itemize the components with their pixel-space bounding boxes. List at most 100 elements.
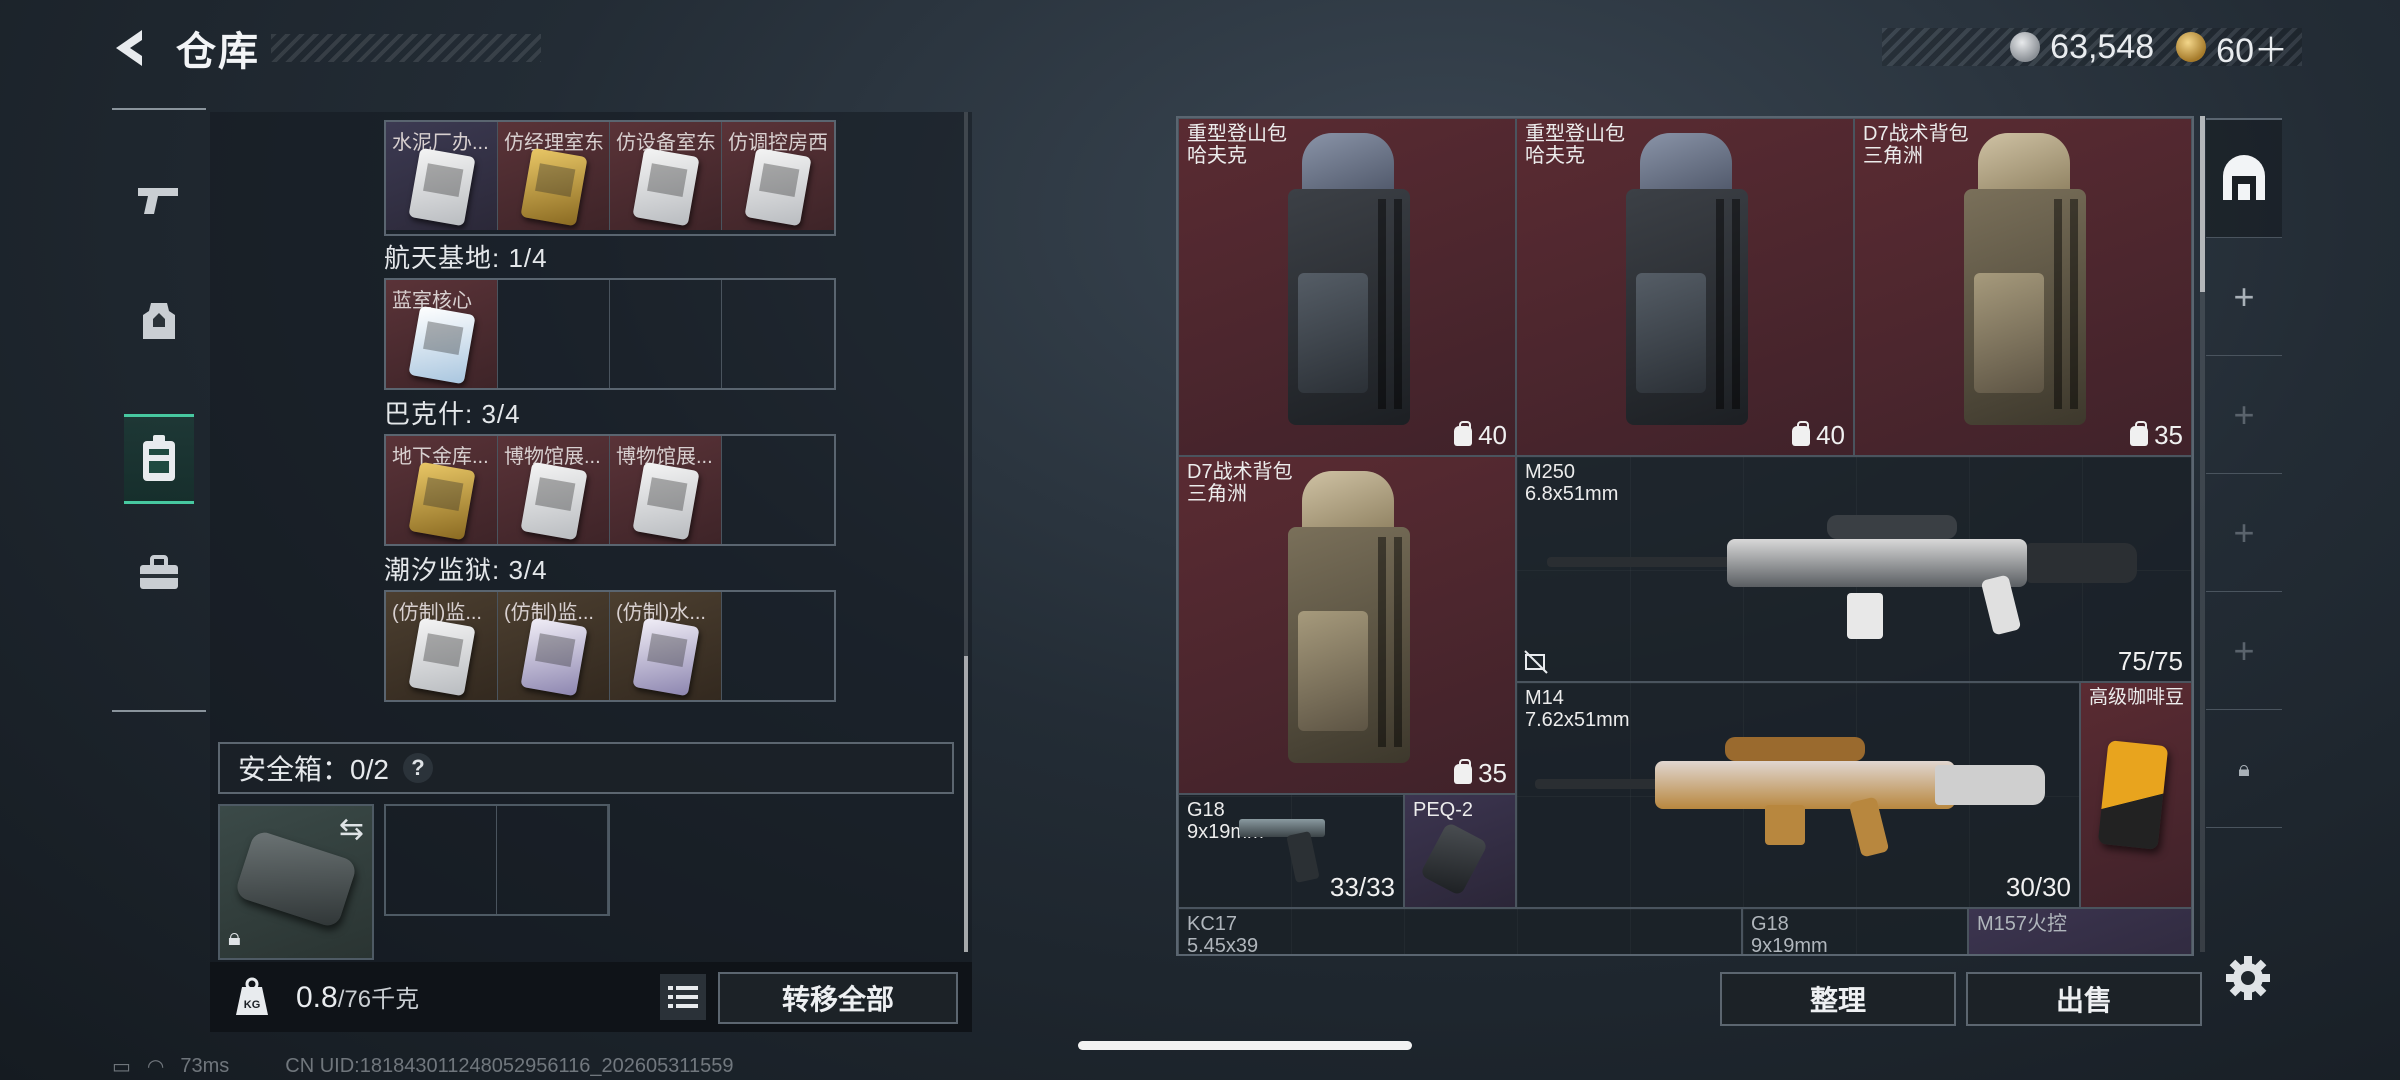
stash-grid: 重型登山包 哈夫克 40 重型登山包 哈夫克 40 D7战术背包 三角洲 35 … [1176,116,2194,956]
safebox-slot[interactable]: ⇆ 🔒︎ [218,804,374,960]
stash-item-d7-backpack[interactable]: D7战术背包 三角洲 35 [1854,118,2192,456]
title-decoration [271,34,541,62]
add-stash-page[interactable]: + [2206,474,2282,592]
item-name: M14 7.62x51mm [1525,687,1630,731]
item-name: 高级咖啡豆 [2089,687,2185,708]
item-label: 博物馆展... [504,446,601,468]
transfer-all-button[interactable]: 转移全部 [718,972,958,1024]
empty-slot[interactable] [722,436,834,544]
stash-item-m14[interactable]: M14 7.62x51mm 30/30 [1516,682,2080,908]
keycard-slot[interactable]: 仿调控房西 [722,122,834,230]
keycard-slot[interactable]: (仿制)监... [386,592,498,700]
item-label: (仿制)水... [616,602,706,624]
item-name: M250 6.8x51mm [1525,461,1619,505]
backpack-image [1958,133,2088,433]
empty-slot[interactable] [722,592,834,700]
item-ammo: 75/75 [2117,646,2183,676]
organize-button[interactable]: 整理 [1720,972,1956,1026]
empty-slot[interactable] [610,280,722,388]
home-indicator[interactable] [1078,1041,1412,1050]
empty-slot[interactable] [498,280,610,388]
scroll-thumb[interactable] [2200,116,2205,292]
keycard-slot[interactable]: (仿制)监... [498,592,610,700]
rail-tab-weapons[interactable] [124,156,194,246]
keycard-slot[interactable]: 博物馆展... [610,436,722,544]
add-stash-page[interactable]: + [2206,356,2282,474]
warehouse-icon [2223,154,2265,200]
pistol-image [1239,819,1339,883]
keycard-slot[interactable]: 蓝室核心 [386,280,498,388]
keycard-slot[interactable]: (仿制)水... [610,592,722,700]
rail-tab-armor[interactable] [124,276,194,366]
backpack-image [1620,133,1750,433]
gold-currency[interactable]: 60＋ [2176,23,2288,72]
stash-item-coffee-beans[interactable]: 高级咖啡豆 [2080,682,2192,908]
keycard-slot[interactable]: 仿经理室东 [498,122,610,230]
stash-item-d7-backpack[interactable]: D7战术背包 三角洲 35 [1178,456,1516,794]
stash-item-g18[interactable]: G18 9x19mm 33/33 [1178,794,1404,908]
item-capacity: 40 [1454,420,1507,451]
stash-item-heavy-backpack[interactable]: 重型登山包 哈夫克 40 [1516,118,1854,456]
stash-item-m250[interactable]: M250 6.8x51mm 75/75 [1516,456,2192,682]
swap-icon[interactable]: ⇆ [339,812,364,847]
category-rail [112,108,206,712]
stash-scrollbar[interactable] [2200,116,2205,952]
toolbox-icon [140,555,178,589]
back-button[interactable] [108,24,156,72]
keycard-slot[interactable]: 地下金库... [386,436,498,544]
empty-slot[interactable] [386,806,497,914]
item-ammo: 33/33 [1329,872,1395,902]
keycard-image [520,147,588,227]
empty-slot[interactable] [722,280,834,388]
rail-tab-cases[interactable] [124,528,194,618]
keycard-slot[interactable]: 仿设备室东 [610,122,722,230]
stash-page-main[interactable] [2206,120,2282,238]
stash-item-peq2[interactable]: PEQ-2 [1404,794,1516,908]
keycard-row-bakesh: 地下金库... 博物馆展... 博物馆展... [384,434,836,546]
back-arrow-icon [116,30,142,66]
settings-button[interactable] [2220,950,2276,1006]
item-name: 重型登山包 哈夫克 [1525,123,1625,167]
keycard-row-space-base: 蓝室核心 [384,278,836,390]
stash-item-heavy-backpack[interactable]: 重型登山包 哈夫克 40 [1178,118,1516,456]
item-label: (仿制)监... [392,602,482,624]
backpack-icon [1792,420,1811,446]
weight-bar: KG 0.8/76千克 转移全部 [210,962,972,1032]
add-stash-page[interactable]: + [2206,592,2282,710]
add-stash-page[interactable]: + [2206,238,2282,356]
svg-text:KG: KG [244,999,261,1011]
keycard-image [408,617,476,697]
keycard-row-tidal-prison: (仿制)监... (仿制)监... (仿制)水... [384,590,836,702]
scroll-thumb[interactable] [964,656,968,952]
item-name: 重型登山包 哈夫克 [1187,123,1287,167]
lock-icon: 🔒︎ [2238,755,2250,781]
section-label-tidal-prison: 潮汐监狱: 3/4 [384,555,548,585]
gear-icon [2226,956,2270,1000]
item-name: G18 9x19mm [1751,913,1828,956]
stash-item-m157[interactable]: M157火控 [1968,908,2192,954]
container-scrollbar[interactable] [964,112,968,952]
list-view-button[interactable] [660,974,706,1020]
item-capacity: 35 [1454,758,1507,789]
silver-currency: 63,548 [2010,28,2154,67]
uid-text: CN UID:181843011248052956116_20260531155… [285,1055,734,1077]
stash-item-kc17[interactable]: KC17 5.45x39 [1178,908,1742,954]
keycard-image [408,147,476,227]
item-ammo: 30/30 [2005,872,2071,902]
keycard-slot[interactable]: 博物馆展... [498,436,610,544]
silver-coin-icon [2010,32,2041,62]
capacity-value: 40 [1816,420,1845,450]
stash-item-g18-2[interactable]: G18 9x19mm [1742,908,1968,956]
title-wrap: 仓库 [176,20,546,76]
backpack-image [1282,133,1412,433]
help-icon[interactable]: ? [402,753,433,783]
currency-bar: 63,548 60＋ [1882,28,2302,70]
rail-tab-keys[interactable] [124,414,194,504]
empty-slot[interactable] [497,806,608,914]
sell-button[interactable]: 出售 [1966,972,2202,1026]
item-capacity: 35 [2130,420,2183,451]
keycard-slot[interactable]: 水泥厂办... [386,122,498,230]
locked-stash-page[interactable]: 🔒︎ [2206,710,2282,828]
item-capacity: 40 [1792,420,1845,451]
weight-readout: 0.8/76千克 [296,979,419,1015]
